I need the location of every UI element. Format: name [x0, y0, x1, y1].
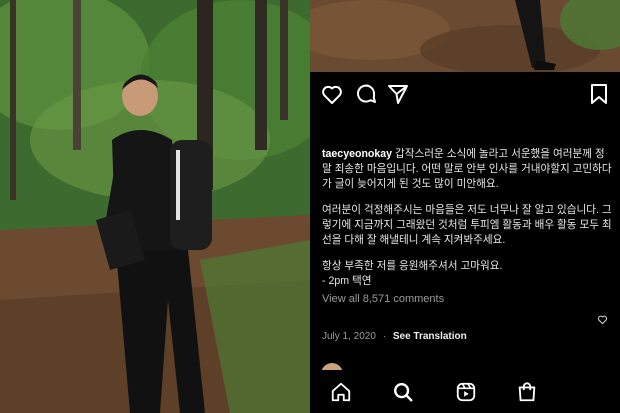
post-username[interactable]: taecyeonokay: [322, 148, 392, 160]
heart-icon[interactable]: [320, 82, 344, 106]
screen: taecyeonokay 갑작스러운 소식에 놀라고 서운했을 여러분께 정말 …: [0, 0, 620, 413]
leaves-photo-illustration: [310, 0, 620, 72]
post-action-bar: [310, 72, 620, 116]
forest-photo-illustration: [0, 0, 310, 413]
meta-separator: ·: [382, 331, 387, 342]
post-detail-panel: taecyeonokay 갑작스러운 소식에 놀라고 서운했을 여러분께 정말 …: [310, 0, 620, 413]
shop-icon[interactable]: [516, 381, 538, 403]
view-all-comments-link[interactable]: View all 8,571 comments: [322, 293, 444, 305]
post-meta-row: July 1, 2020 · See Translation: [322, 331, 467, 342]
caption-paragraph-3: 항상 부족한 저를 응원해주셔서 고마워요.: [322, 260, 503, 272]
reels-icon[interactable]: [455, 381, 477, 403]
post-photo-bottom-strip: [310, 0, 620, 72]
caption-signature: - 2pm 택연: [322, 275, 372, 287]
search-icon[interactable]: [392, 381, 414, 403]
post-photo[interactable]: [0, 0, 310, 413]
caption-paragraph-2: 여러분이 걱정해주시는 마음들은 저도 너무나 잘 알고 있습니다. 그렇기에 …: [322, 204, 612, 246]
share-icon[interactable]: [386, 82, 410, 106]
caption-like-heart-icon[interactable]: [597, 314, 608, 325]
bookmark-icon[interactable]: [587, 82, 611, 106]
see-translation-link[interactable]: See Translation: [393, 331, 467, 342]
post-date: July 1, 2020: [322, 331, 376, 342]
post-caption: taecyeonokay 갑작스러운 소식에 놀라고 서운했을 여러분께 정말 …: [322, 147, 614, 289]
comment-icon[interactable]: [354, 82, 378, 106]
bottom-tab-bar: [310, 370, 620, 413]
home-icon[interactable]: [330, 381, 352, 403]
caption-paragraph-1: taecyeonokay 갑작스러운 소식에 놀라고 서운했을 여러분께 정말 …: [322, 147, 614, 192]
